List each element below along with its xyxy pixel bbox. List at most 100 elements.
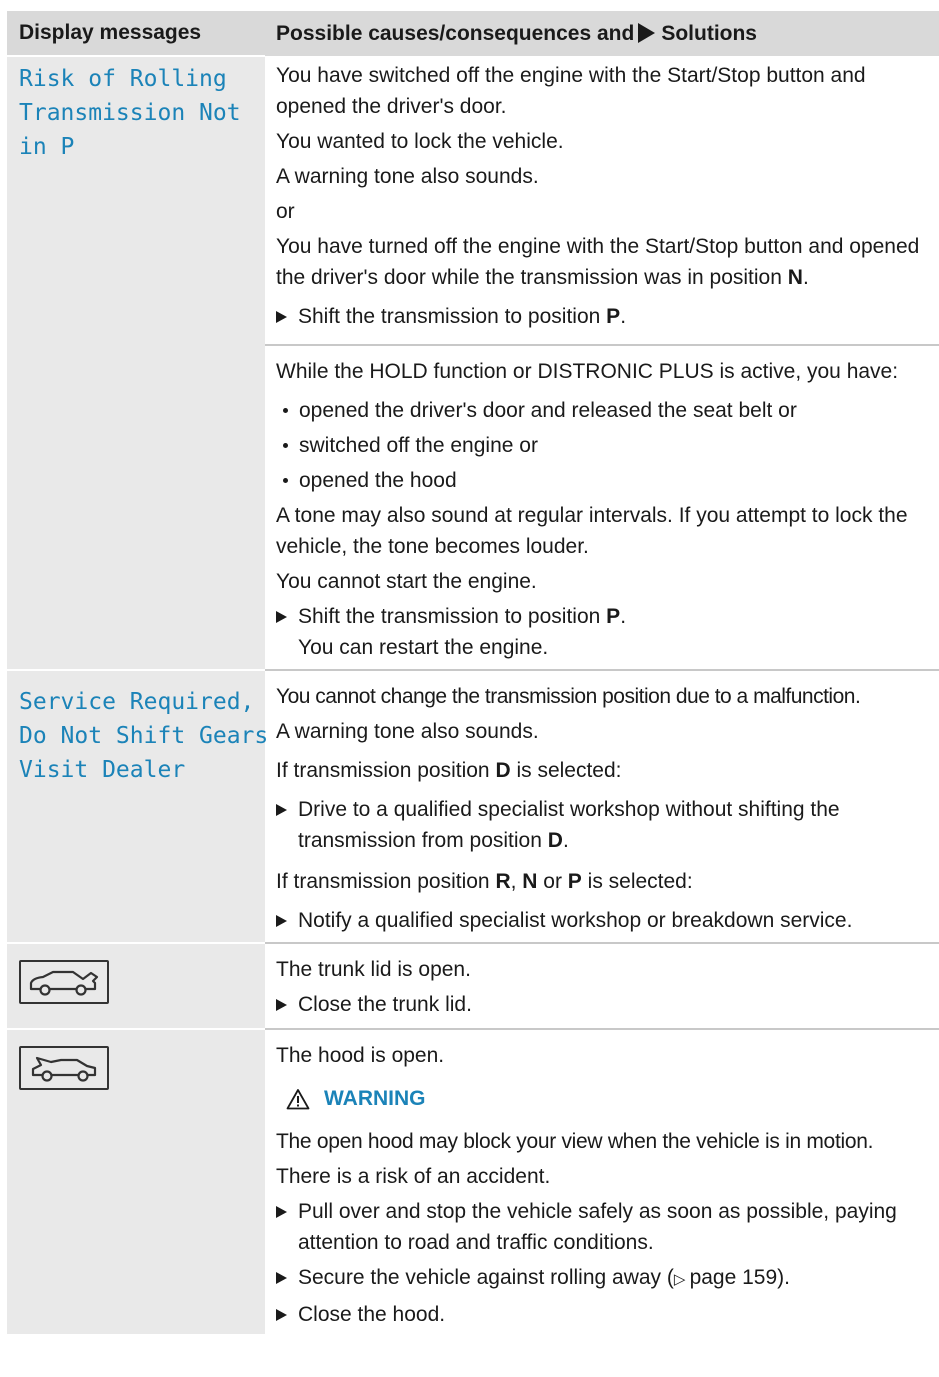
step-arrow-icon (276, 1272, 287, 1284)
cause-text: A tone may also sound at regular interva… (276, 504, 908, 558)
solution-step: Drive to a qualified specialist workshop… (276, 794, 939, 856)
position-p: P (606, 605, 621, 628)
punct: . (620, 305, 627, 328)
display-messages-table: Display messages Possible causes/consequ… (7, 11, 939, 1334)
step-arrow-icon (276, 915, 287, 927)
cause-text: You wanted to lock the vehicle. (276, 130, 564, 153)
cause-text: You have switched off the engine with th… (276, 64, 866, 118)
position-p: P (567, 870, 582, 893)
step-text: Shift the transmission to position (298, 305, 601, 328)
bullet-icon (283, 408, 288, 413)
solution-step: Shift the transmission to position P. You… (276, 601, 939, 663)
position-p: P (606, 305, 621, 328)
table-row: The hood is open. WARNING The open hood … (7, 1028, 939, 1334)
position-n: N (787, 266, 803, 289)
warning-heading: WARNING (286, 1083, 939, 1114)
bullet-icon (283, 443, 288, 448)
step-arrow-icon (276, 611, 287, 623)
step-arrow-icon (276, 999, 287, 1011)
punct: , (510, 870, 523, 893)
solution-step: Close the hood. (276, 1299, 939, 1330)
page-reference-link[interactable]: page 159 (690, 1266, 778, 1289)
cause-text: You cannot start the engine. (276, 570, 537, 593)
cause-block: You have switched off the engine with th… (265, 56, 939, 346)
position-d: D (547, 829, 563, 852)
display-text-risk: Risk of Rolling Transmission Not in P (19, 66, 241, 160)
step-text: Shift the transmission to position (298, 605, 601, 628)
warning-triangle-icon (286, 1088, 310, 1109)
display-text-service: Service Required, Do Not Shift Gears Vis… (19, 689, 269, 783)
table-row: Risk of Rolling Transmission Not in P Yo… (7, 55, 939, 670)
punct: . (620, 605, 627, 628)
list-item: switched off the engine or (276, 430, 939, 461)
display-message-service-required: Service Required, Do Not Shift Gears Vis… (7, 669, 269, 943)
header-causes-solutions: Possible causes/consequences and Solution… (265, 11, 939, 56)
cause-text: While the HOLD function or DISTRONIC PLU… (276, 360, 899, 383)
warning-label: WARNING (324, 1087, 426, 1110)
cause-block: The hood is open. WARNING The open hood … (265, 1029, 939, 1334)
header-display-messages: Display messages (7, 11, 265, 56)
cause-text: You have turned off the engine with the … (276, 231, 939, 293)
trunk-open-icon (19, 960, 109, 1004)
step-arrow-icon (276, 1206, 287, 1218)
header-solutions-label: Solutions (661, 21, 757, 45)
solution-step: Shift the transmission to position P. (276, 301, 939, 332)
cause-text: A warning tone also sounds. (276, 720, 539, 743)
solution-step: Close the trunk lid. (276, 989, 939, 1020)
step-arrow-icon (276, 804, 287, 816)
cause-text: The trunk lid is open. (276, 958, 471, 981)
cause-block: While the HOLD function or DISTRONIC PLU… (265, 345, 939, 671)
cause-block: The trunk lid is open. Close the trunk l… (265, 943, 939, 1030)
position-r: R (495, 870, 511, 893)
or-text: or (276, 200, 295, 223)
position-d: D (495, 759, 511, 782)
cause-text-part: You have turned off the engine with the … (276, 235, 920, 289)
cause-text-part: is selected: (516, 759, 622, 782)
step-text: Drive to a qualified specialist workshop… (298, 798, 840, 852)
cause-text: The hood is open. (276, 1044, 445, 1067)
page-ref-arrow-icon: ▷ (673, 1271, 690, 1288)
step-text: Notify a qualified specialist workshop o… (298, 909, 853, 932)
list-item-text: opened the hood (299, 469, 457, 492)
warning-text: The open hood may block your view when t… (276, 1130, 874, 1153)
cause-block: You cannot change the transmission posit… (265, 670, 939, 944)
bullet-icon (283, 478, 288, 483)
cause-text: If transmission position D is selected: (276, 755, 939, 786)
table-row: The trunk lid is open. Close the trunk l… (7, 942, 939, 1030)
display-message-risk-of-rolling: Risk of Rolling Transmission Not in P (7, 55, 265, 670)
display-message-trunk-open (7, 942, 265, 1029)
solution-step: Pull over and stop the vehicle safely as… (276, 1196, 939, 1258)
list-item-text: opened the driver's door and released th… (299, 399, 797, 422)
solution-step: Notify a qualified specialist workshop o… (276, 905, 939, 936)
warning-text: There is a risk of an accident. (276, 1165, 551, 1188)
step-arrow-icon (276, 1309, 287, 1321)
punct: ). (777, 1266, 790, 1289)
step-text: Close the hood. (298, 1303, 446, 1326)
cause-text-part: is selected: (581, 870, 693, 893)
table-row: Service Required, Do Not Shift Gears Vis… (7, 669, 939, 944)
step-text: Close the trunk lid. (298, 993, 472, 1016)
cause-text: If transmission position R, N or P is se… (276, 866, 939, 897)
list-item: opened the hood (276, 465, 939, 496)
step-arrow-icon (276, 311, 287, 323)
cause-text-part: If transmission position (276, 870, 490, 893)
punct: or (537, 870, 568, 893)
list-item: opened the driver's door and released th… (276, 395, 939, 426)
display-message-hood-open (7, 1028, 265, 1334)
punct: . (802, 266, 809, 289)
header-causes-label: Possible causes/consequences and (276, 21, 635, 45)
step-text: Pull over and stop the vehicle safely as… (298, 1200, 897, 1254)
table-header-row: Display messages Possible causes/consequ… (7, 11, 939, 56)
cause-text: A warning tone also sounds. (276, 165, 539, 188)
step-text: You can restart the engine. (298, 636, 549, 659)
position-n: N (522, 870, 538, 893)
punct: . (562, 829, 569, 852)
manual-page: Display messages Possible causes/consequ… (0, 0, 939, 1377)
step-text: Secure the vehicle against rolling away … (298, 1266, 674, 1289)
cause-text-part: If transmission position (276, 759, 490, 782)
list-item-text: switched off the engine or (299, 434, 538, 457)
cause-text: You cannot change the transmission posit… (276, 685, 861, 708)
hood-open-icon (19, 1046, 109, 1090)
solution-arrow-icon (638, 22, 656, 43)
solution-step: Secure the vehicle against rolling away … (276, 1262, 939, 1295)
